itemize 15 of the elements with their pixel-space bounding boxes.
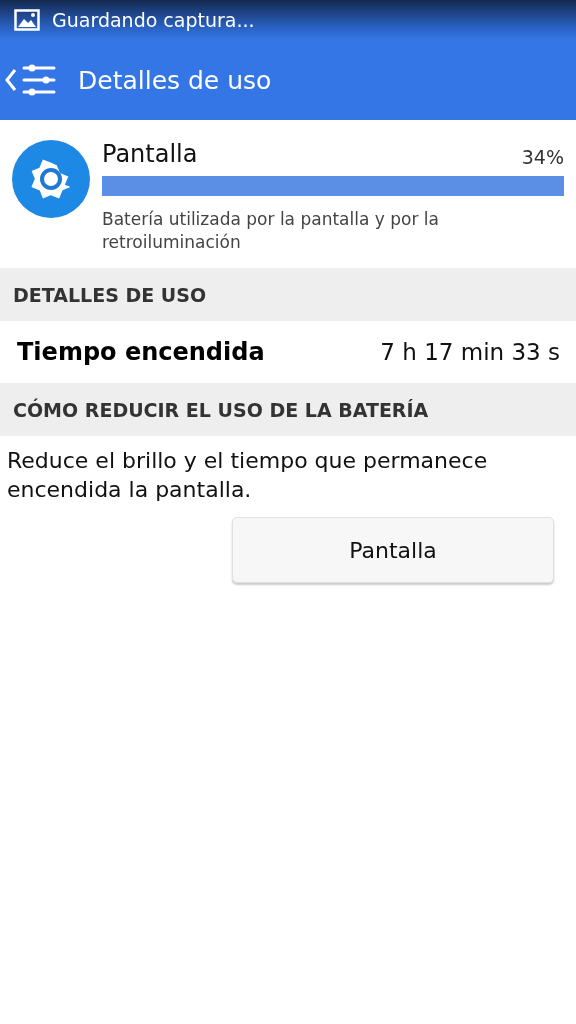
brightness-icon [12, 140, 90, 218]
detail-value: 7 h 17 min 33 s [380, 339, 560, 365]
tip-text: Reduce el brillo y el tiempo que permanece encendida la pantalla. [6, 447, 489, 504]
usage-percent: 34% [521, 146, 564, 168]
screen-title: Detalles de uso [78, 65, 272, 95]
sliders-icon[interactable] [22, 63, 56, 97]
section-header: DETALLES DE USO [0, 268, 576, 321]
screen-settings-button[interactable]: Pantalla [232, 517, 554, 583]
section-header: CÓMO REDUCIR EL USO DE LA BATERÍA [0, 383, 576, 436]
usage-name: Pantalla [102, 140, 198, 168]
image-icon [14, 9, 40, 31]
notification-text: Guardando captura... [52, 9, 255, 31]
usage-description: Batería utilizada por la pantalla y por la retroiluminación [102, 208, 440, 254]
detail-label: Tiempo encendida [17, 338, 265, 366]
back-icon[interactable] [4, 66, 18, 94]
